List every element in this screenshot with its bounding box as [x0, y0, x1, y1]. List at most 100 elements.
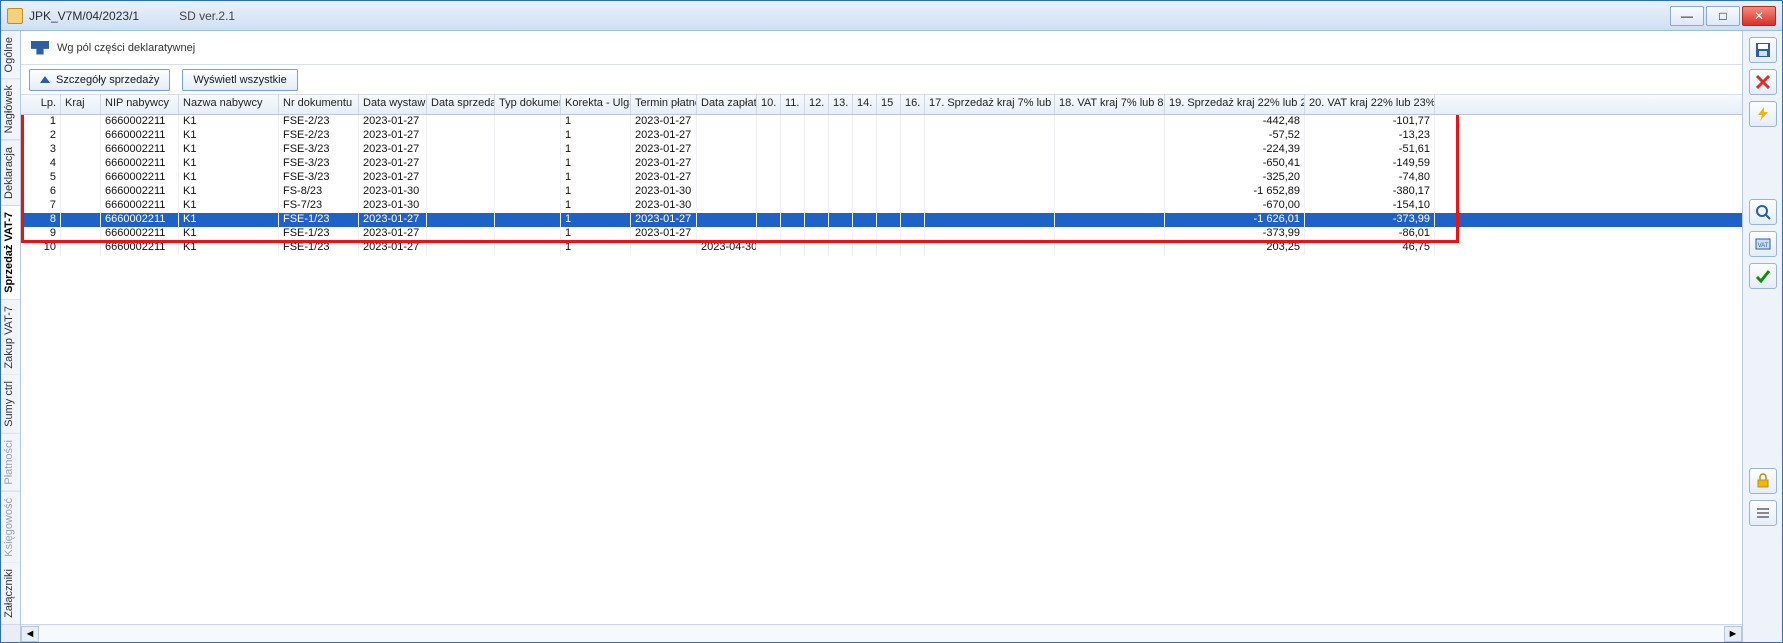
- cell: [853, 227, 877, 241]
- cell: 2023-01-27: [359, 129, 427, 143]
- vat-icon-button[interactable]: VAT: [1749, 231, 1777, 257]
- cell: [877, 185, 901, 199]
- vertical-tab: Płatności: [1, 434, 20, 492]
- cell: [829, 143, 853, 157]
- scroll-track[interactable]: [39, 626, 1724, 642]
- cell: K1: [179, 241, 279, 255]
- table-row[interactable]: 96660002211K1FSE-1/232023-01-2712023-01-…: [21, 227, 1742, 241]
- check-icon-button[interactable]: [1749, 263, 1777, 289]
- column-header[interactable]: Nr dokumentu: [279, 95, 359, 114]
- cell: [1055, 157, 1165, 171]
- close-button[interactable]: ✕: [1742, 6, 1776, 26]
- column-header[interactable]: NIP nabywcy: [101, 95, 179, 114]
- arrow-up-icon: [40, 76, 50, 83]
- minimize-button[interactable]: —: [1670, 6, 1704, 26]
- grid-body[interactable]: 16660002211K1FSE-2/232023-01-2712023-01-…: [21, 115, 1742, 624]
- column-header[interactable]: Data wystawie: [359, 95, 427, 114]
- list-icon-button[interactable]: [1749, 500, 1777, 526]
- cell: [697, 199, 757, 213]
- cell: [877, 143, 901, 157]
- vertical-tab[interactable]: Sprzedaż VAT-7: [1, 206, 20, 300]
- cell: 10: [21, 241, 61, 255]
- table-row[interactable]: 56660002211K1FSE-3/232023-01-2712023-01-…: [21, 171, 1742, 185]
- zoom-icon-button[interactable]: [1749, 199, 1777, 225]
- cell: [495, 241, 561, 255]
- cell: -154,10: [1305, 199, 1435, 213]
- column-header[interactable]: Nazwa nabywcy: [179, 95, 279, 114]
- cell: 1: [561, 171, 631, 185]
- cell: 8: [21, 213, 61, 227]
- cell: [495, 227, 561, 241]
- vertical-tab[interactable]: Zakup VAT-7: [1, 300, 20, 376]
- cell: [757, 213, 781, 227]
- cell: 3: [21, 143, 61, 157]
- cell: 2023-01-27: [359, 241, 427, 255]
- vertical-tab[interactable]: Ogólne: [1, 31, 20, 79]
- save-icon-button[interactable]: [1749, 37, 1777, 63]
- cell: 1: [561, 185, 631, 199]
- table-row[interactable]: 86660002211K1FSE-1/232023-01-2712023-01-…: [21, 213, 1742, 227]
- column-header[interactable]: 11.: [781, 95, 805, 114]
- column-header[interactable]: Termin płatnoś: [631, 95, 697, 114]
- cell: [853, 115, 877, 129]
- cell: FSE-1/23: [279, 241, 359, 255]
- table-row[interactable]: 76660002211K1FS-7/232023-01-3012023-01-3…: [21, 199, 1742, 213]
- table-row[interactable]: 26660002211K1FSE-2/232023-01-2712023-01-…: [21, 129, 1742, 143]
- column-header[interactable]: Data zapłaty: [697, 95, 757, 114]
- cell: [781, 199, 805, 213]
- details-button[interactable]: Szczegóły sprzedaży: [29, 69, 170, 91]
- column-header[interactable]: 17. Sprzedaż kraj 7% lub 8%: [925, 95, 1055, 114]
- horizontal-scrollbar[interactable]: ◄ ►: [21, 624, 1742, 642]
- table-row[interactable]: 16660002211K1FSE-2/232023-01-2712023-01-…: [21, 115, 1742, 129]
- scroll-right-button[interactable]: ►: [1724, 626, 1742, 642]
- cell: [781, 171, 805, 185]
- column-header[interactable]: 14.: [853, 95, 877, 114]
- vertical-tab[interactable]: Załączniki: [1, 563, 20, 625]
- column-header[interactable]: Korekta - Ulga: [561, 95, 631, 114]
- cell: [697, 227, 757, 241]
- lock-icon-button[interactable]: [1749, 468, 1777, 494]
- show-all-button[interactable]: Wyświetl wszystkie: [182, 69, 297, 91]
- maximize-button[interactable]: □: [1706, 6, 1740, 26]
- vertical-tab[interactable]: Deklaracja: [1, 141, 20, 206]
- table-row[interactable]: 46660002211K1FSE-3/232023-01-2712023-01-…: [21, 157, 1742, 171]
- window-subtitle: SD ver.2.1: [179, 9, 235, 23]
- column-header[interactable]: Typ dokumentu: [495, 95, 561, 114]
- cell: [495, 157, 561, 171]
- column-header[interactable]: 10.: [757, 95, 781, 114]
- cell: [61, 199, 101, 213]
- column-header[interactable]: Kraj: [61, 95, 101, 114]
- column-header[interactable]: Lp.: [21, 95, 61, 114]
- column-header[interactable]: 15: [877, 95, 901, 114]
- table-row[interactable]: 66660002211K1FS-8/232023-01-3012023-01-3…: [21, 185, 1742, 199]
- column-header[interactable]: Data sprzedaż: [427, 95, 495, 114]
- vertical-tab[interactable]: Sumy ctrl: [1, 375, 20, 434]
- column-header[interactable]: 16.: [901, 95, 925, 114]
- column-header[interactable]: 18. VAT kraj 7% lub 8%: [1055, 95, 1165, 114]
- cell: [427, 199, 495, 213]
- left-vertical-tabs: OgólneNagłówekDeklaracjaSprzedaż VAT-7Za…: [1, 31, 21, 642]
- vertical-tab[interactable]: Nagłówek: [1, 79, 20, 140]
- cell: 2023-04-30: [697, 241, 757, 255]
- cell: [925, 199, 1055, 213]
- cell: [427, 157, 495, 171]
- cell: [829, 115, 853, 129]
- table-row[interactable]: 106660002211K1FSE-1/232023-01-2712023-04…: [21, 241, 1742, 255]
- column-header[interactable]: 19. Sprzedaż kraj 22% lub 23%: [1165, 95, 1305, 114]
- cell: [61, 143, 101, 157]
- cell: [853, 213, 877, 227]
- column-header[interactable]: 13.: [829, 95, 853, 114]
- lightning-icon-button[interactable]: [1749, 101, 1777, 127]
- scroll-left-button[interactable]: ◄: [21, 626, 39, 642]
- cell: [925, 227, 1055, 241]
- column-header[interactable]: 20. VAT kraj 22% lub 23%: [1305, 95, 1435, 114]
- cell: [829, 213, 853, 227]
- cell: 2023-01-27: [359, 115, 427, 129]
- cell: [1055, 129, 1165, 143]
- table-row[interactable]: 36660002211K1FSE-3/232023-01-2712023-01-…: [21, 143, 1742, 157]
- delete-icon-button[interactable]: [1749, 69, 1777, 95]
- cell: [697, 143, 757, 157]
- column-header[interactable]: 12.: [805, 95, 829, 114]
- cell: [925, 185, 1055, 199]
- grid-header[interactable]: Lp.KrajNIP nabywcyNazwa nabywcyNr dokume…: [21, 95, 1742, 115]
